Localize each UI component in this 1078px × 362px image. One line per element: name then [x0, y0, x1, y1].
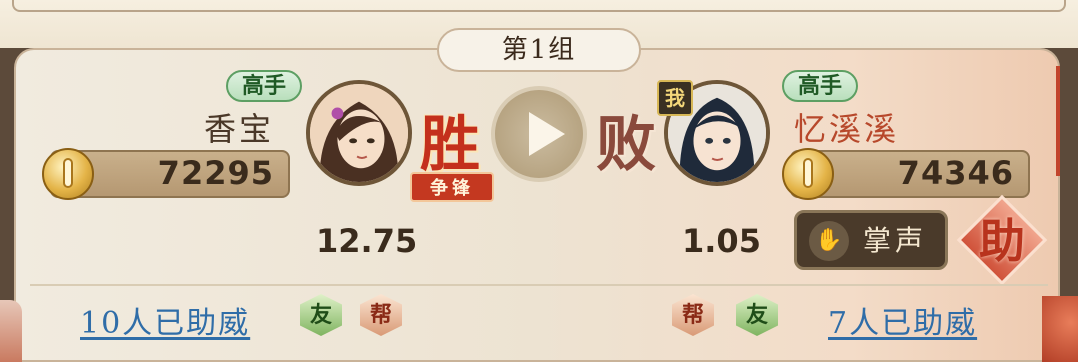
- applaud-button[interactable]: ✋ 掌声: [794, 210, 948, 270]
- left-result-badge: 争锋: [410, 172, 494, 202]
- right-odds: 1.05: [682, 222, 761, 260]
- left-power-value: 72295: [157, 154, 274, 192]
- divider: [30, 284, 1048, 286]
- self-marker-badge: 我: [657, 80, 693, 116]
- left-odds: 12.75: [316, 222, 418, 260]
- help-label[interactable]: 助: [968, 207, 1036, 275]
- card-accent: [1056, 66, 1060, 176]
- corner-decoration-left: [0, 300, 22, 362]
- right-power-box: 74346: [782, 148, 1030, 200]
- left-avatar[interactable]: [306, 80, 412, 186]
- applaud-label: 掌声: [863, 224, 928, 257]
- corner-decoration-right: [1042, 296, 1078, 362]
- clapping-hands-icon: ✋: [809, 221, 849, 261]
- group-title: 第1组: [437, 28, 641, 72]
- sword-medal-icon: [782, 148, 834, 200]
- right-cheer-link[interactable]: 7人已助威: [828, 298, 977, 342]
- left-rank-tag: 高手: [226, 70, 303, 102]
- right-rank-tag: 高手: [782, 70, 859, 102]
- play-replay-button[interactable]: [491, 86, 587, 182]
- right-power-value: 74346: [897, 154, 1014, 192]
- sword-medal-icon: [42, 148, 94, 200]
- left-result: 胜: [420, 110, 480, 180]
- left-player-name: 香宝: [204, 110, 275, 148]
- left-power-box: 72295: [42, 148, 290, 200]
- left-avatar-portrait: [310, 84, 408, 182]
- left-cheer-link[interactable]: 10人已助威: [80, 298, 250, 342]
- right-result: 败: [596, 110, 656, 180]
- right-player-name: 忆溪溪: [794, 110, 900, 148]
